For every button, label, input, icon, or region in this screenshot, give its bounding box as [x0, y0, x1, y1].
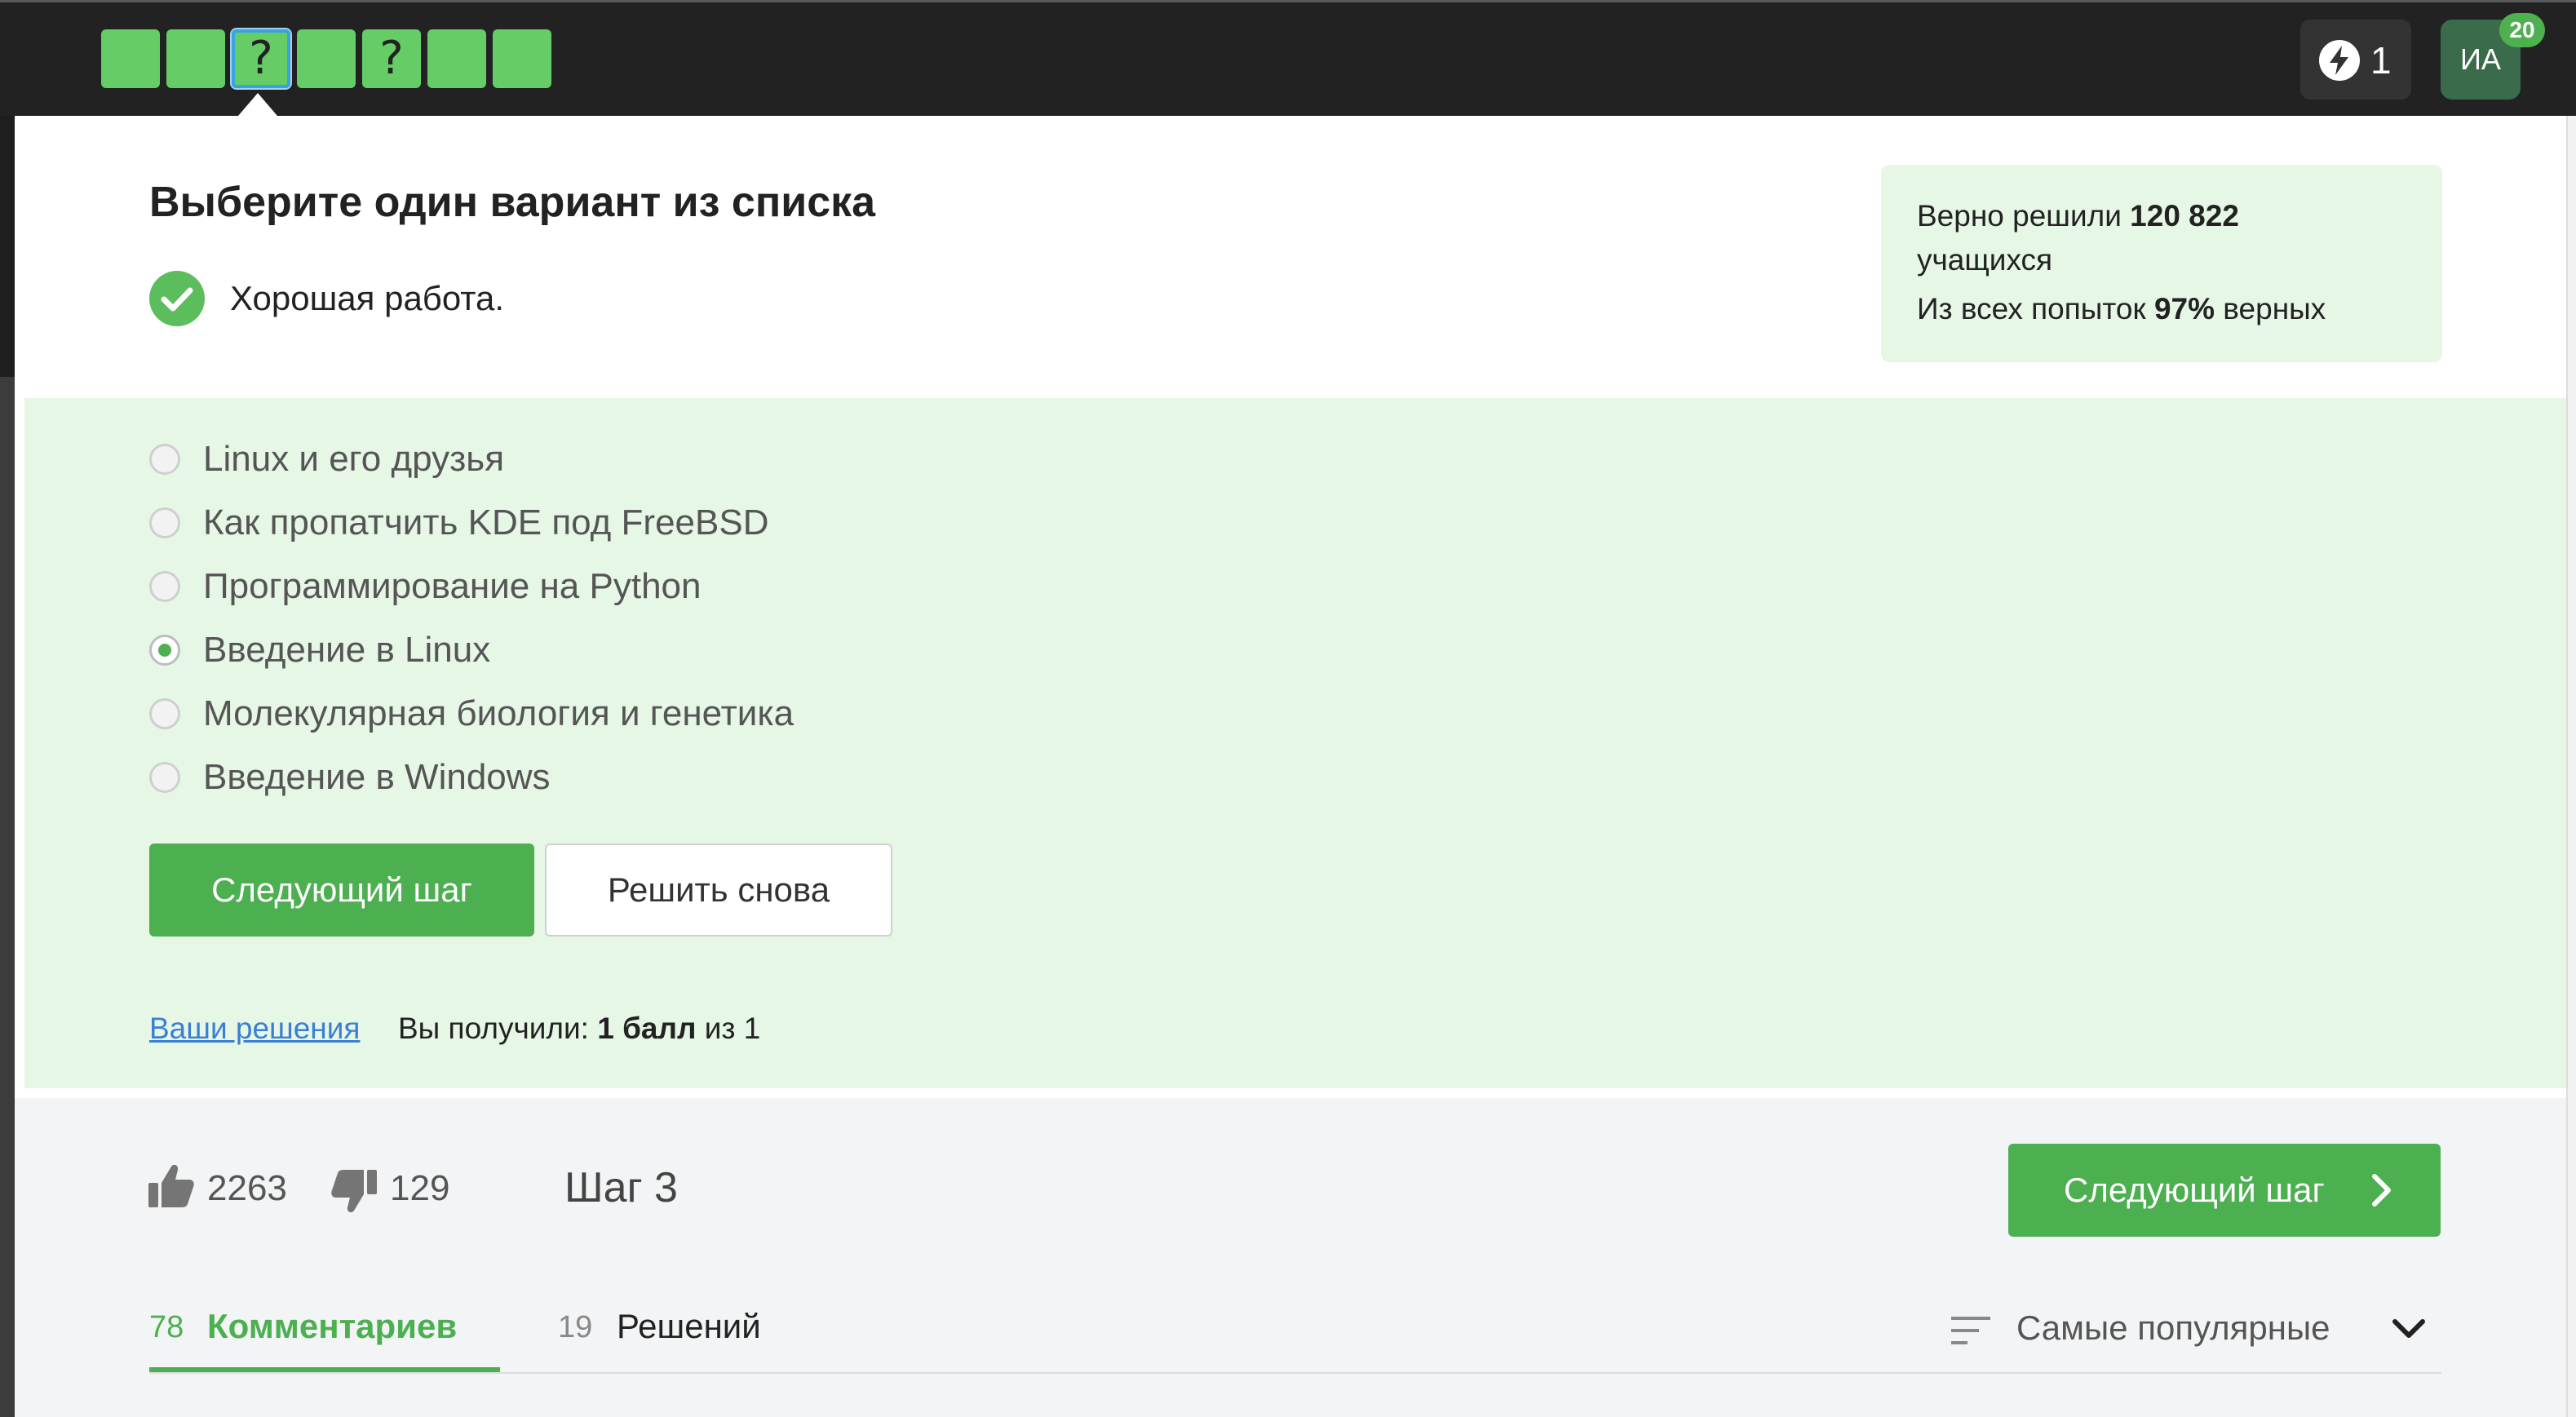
score-text: Вы получили: 1 балл из 1 [398, 1012, 761, 1045]
option-label: Введение в Linux [203, 630, 491, 670]
left-edge [0, 116, 15, 1417]
step-number: Шаг 3 [564, 1164, 678, 1211]
solved-line: Верно решили 120 822 учащихся [1917, 199, 2239, 277]
energy-count: 1 [2370, 39, 2392, 82]
score-value: 1 балл [597, 1012, 697, 1045]
check-circle-icon [149, 271, 205, 326]
thumbs-up-icon[interactable] [147, 1162, 196, 1211]
option-label: Молекулярная биология и генетика [203, 693, 794, 733]
tab-comments[interactable]: Комментариев [207, 1307, 457, 1346]
task-title: Выберите один вариант из списка [149, 179, 876, 226]
solved-count: 120 822 [2130, 199, 2239, 232]
step-2[interactable] [166, 29, 225, 88]
sort-dropdown-label[interactable]: Самые популярные [2016, 1309, 2330, 1348]
radio-button[interactable] [149, 698, 180, 729]
comments-count: 78 [149, 1310, 184, 1344]
step-7[interactable] [493, 29, 551, 88]
scrollbar[interactable] [2566, 116, 2576, 1417]
sort-icon[interactable] [1951, 1315, 1990, 1346]
thumbs-down-icon[interactable] [330, 1167, 378, 1216]
tab-solutions[interactable]: Решений [617, 1307, 761, 1346]
option-label: Как пропатчить KDE под FreeBSD [203, 503, 769, 542]
radio-button[interactable] [149, 507, 180, 538]
active-tab-indicator [149, 1367, 500, 1372]
dislikes-count: 129 [390, 1168, 450, 1208]
notification-badge: 20 [2499, 13, 2545, 47]
stats-box: Верно решили 120 822 учащихся Из всех поп… [1881, 165, 2442, 362]
step-4[interactable] [297, 29, 356, 88]
solve-again-button[interactable]: Решить снова [545, 844, 892, 937]
attempts-line: Из всех попыток 97% верных [1917, 292, 2326, 325]
next-step-button[interactable]: Следующий шаг [149, 844, 534, 937]
option-label: Введение в Windows [203, 757, 551, 797]
step-3-current[interactable]: ? [230, 28, 292, 90]
next-step-button-footer[interactable]: Следующий шаг [2008, 1144, 2441, 1237]
next-step-label: Следующий шаг [2064, 1171, 2325, 1209]
option-label: Программирование на Python [203, 566, 702, 606]
radio-button[interactable] [149, 762, 180, 793]
radio-button-selected[interactable] [149, 635, 180, 666]
chevron-right-icon [2372, 1174, 2391, 1207]
radio-button[interactable] [149, 444, 180, 475]
tabs-divider [149, 1372, 2441, 1374]
lightning-icon [2319, 40, 2360, 81]
energy-counter[interactable]: 1 [2300, 20, 2411, 100]
likes-count: 2263 [207, 1168, 287, 1208]
solutions-count: 19 [558, 1310, 593, 1344]
chevron-down-icon[interactable] [2390, 1313, 2428, 1346]
percent-correct: 97% [2153, 292, 2215, 325]
option-label: Linux и его друзья [203, 439, 505, 479]
step-1[interactable] [101, 29, 160, 88]
step-5[interactable]: ? [362, 29, 421, 88]
current-step-pointer [238, 93, 277, 116]
your-solutions-link[interactable]: Ваши решения [149, 1012, 360, 1046]
step-6[interactable] [427, 29, 486, 88]
radio-button[interactable] [149, 571, 180, 602]
feedback-message: Хорошая работа. [230, 279, 505, 317]
